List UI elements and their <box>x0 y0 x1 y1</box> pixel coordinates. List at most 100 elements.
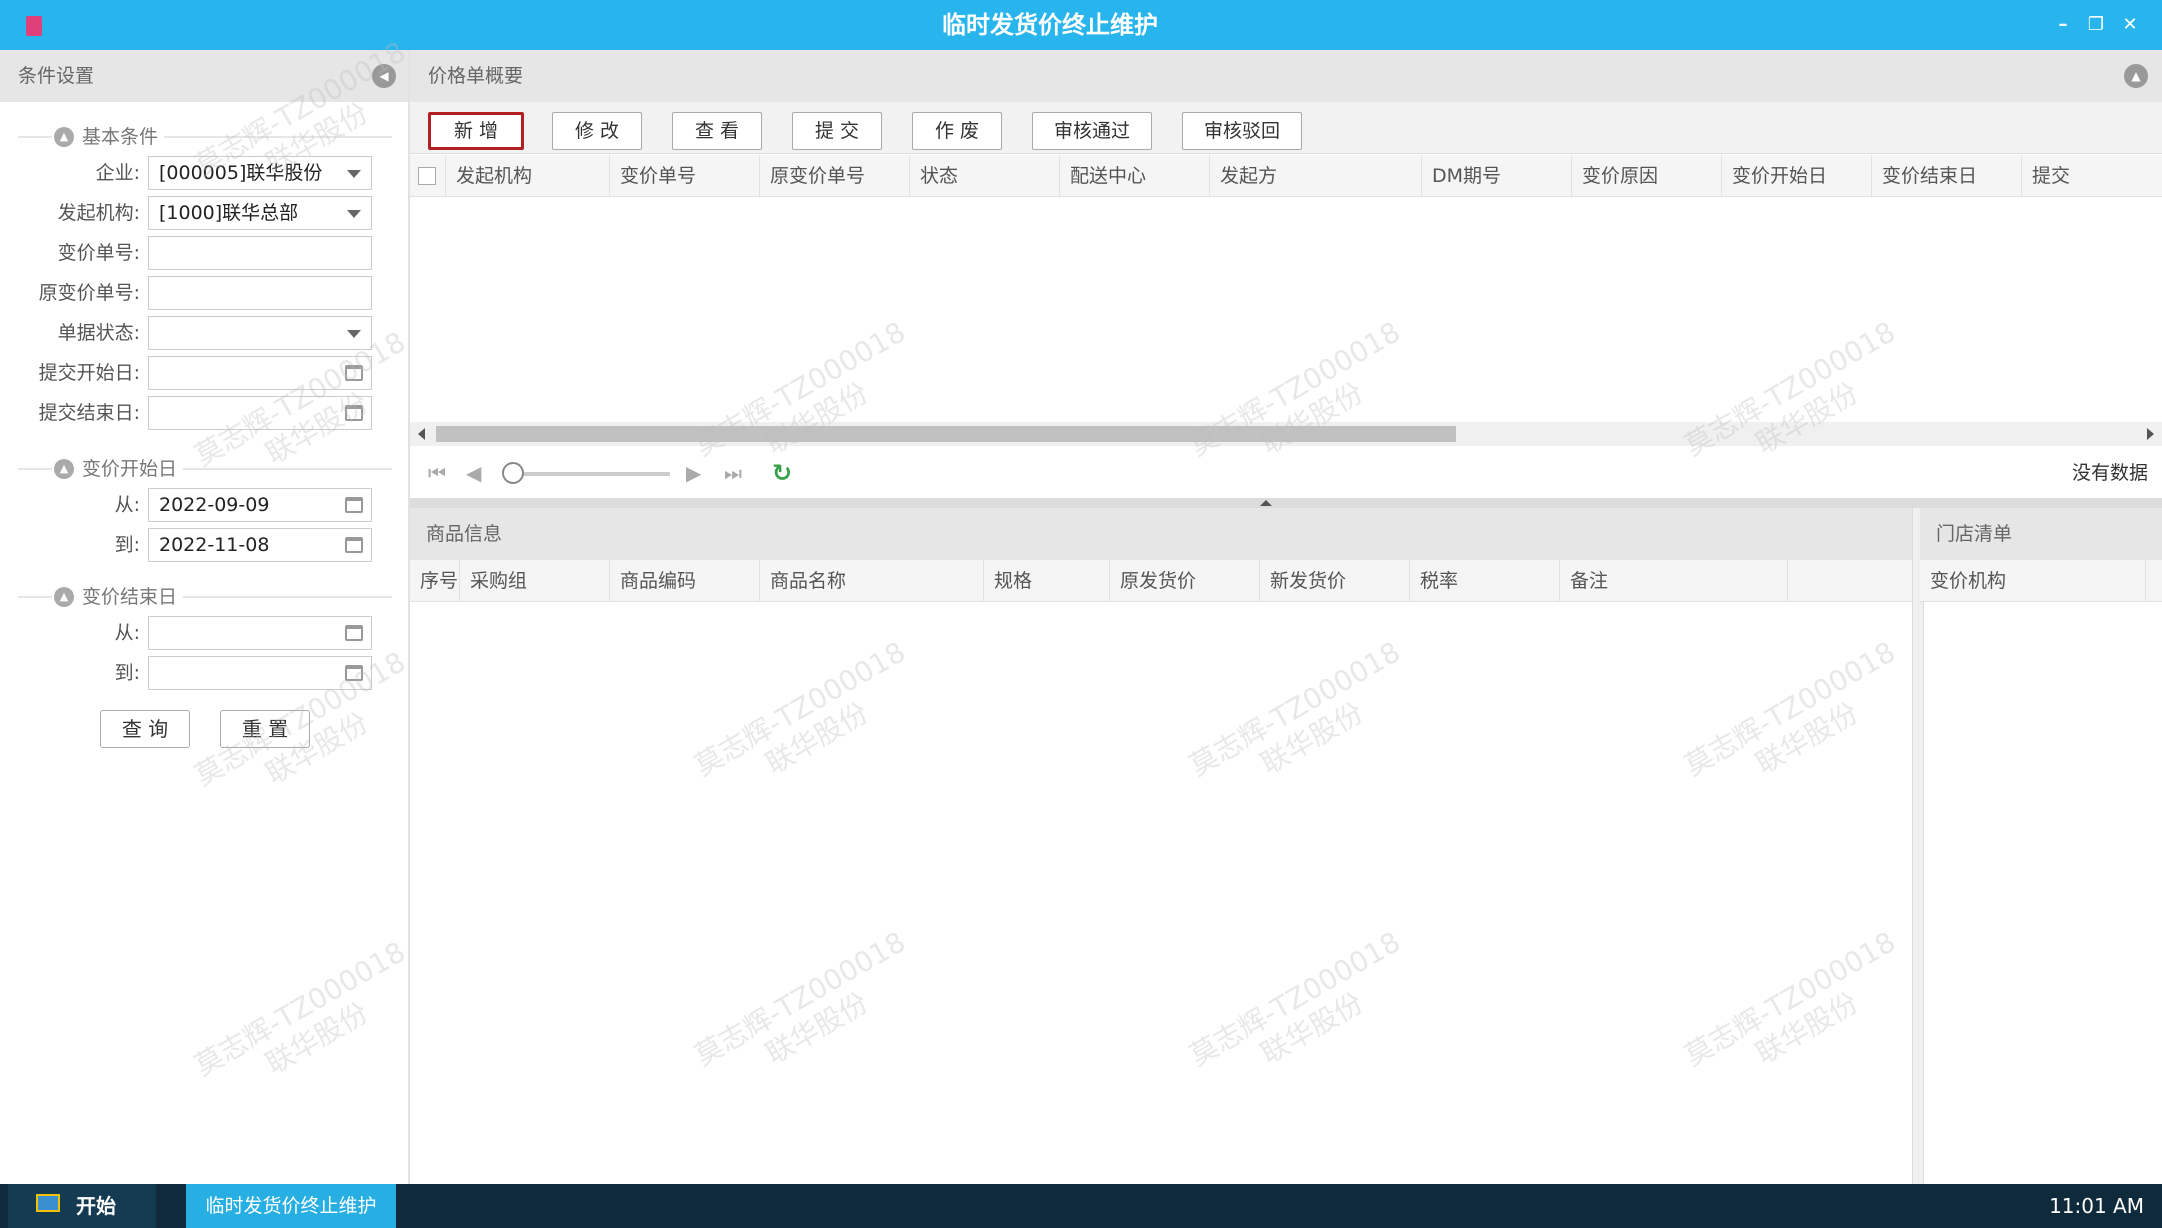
company-select[interactable]: [000005]联华股份 <box>148 156 372 190</box>
status-select[interactable] <box>148 316 372 350</box>
store-list-header: 门店清单 <box>1920 508 2162 560</box>
col-remark[interactable]: 备注 <box>1560 560 1788 602</box>
condition-panel: 条件设置 ◀ ▲ 基本条件 企业: [000005]联华股份 发起机构: [10… <box>0 35 411 1184</box>
first-page-icon[interactable]: ⏮ <box>428 462 446 484</box>
next-page-icon[interactable]: ▶ <box>686 462 701 484</box>
group-end-toggle[interactable]: ▲ 变价结束日 <box>52 584 184 610</box>
calendar-icon[interactable] <box>345 405 363 421</box>
void-button[interactable]: 作 废 <box>912 112 1002 150</box>
col-doc-no[interactable]: 变价单号 <box>610 155 760 197</box>
orig-doc-no-row: 原变价单号: <box>0 276 410 310</box>
col-change-org[interactable]: 变价机构 <box>1920 560 2146 602</box>
price-grid-header: 发起机构 变价单号 原变价单号 状态 配送中心 发起方 DM期号 变价原因 变价… <box>410 155 2162 197</box>
group-start-toggle[interactable]: ▲ 变价开始日 <box>52 456 184 482</box>
no-data-text: 没有数据 <box>2071 462 2148 484</box>
end-from-row: 从: <box>0 616 410 650</box>
chevron-down-icon[interactable] <box>347 170 361 178</box>
orig-doc-no-input[interactable] <box>148 276 372 310</box>
close-button[interactable]: ✕ <box>2119 14 2141 36</box>
col-orig-price[interactable]: 原发货价 <box>1110 560 1260 602</box>
minimize-button[interactable]: – <box>2052 14 2074 36</box>
submit-button[interactable]: 提 交 <box>792 112 882 150</box>
watermark: 莫志辉-TZ000018 联华股份 <box>1183 635 1406 783</box>
col-submit[interactable]: 提交 <box>2022 155 2162 197</box>
start-label: 开始 <box>76 1194 116 1218</box>
edit-button[interactable]: 修 改 <box>552 112 642 150</box>
group-start-label: 变价开始日 <box>82 458 178 480</box>
watermark: 莫志辉-TZ000018 联华股份 <box>1183 925 1406 1073</box>
start-from-value: 2022-09-09 <box>159 494 270 516</box>
org-value: [1000]联华总部 <box>159 202 299 224</box>
reject-button[interactable]: 审核驳回 <box>1182 112 1302 150</box>
calendar-icon[interactable] <box>345 625 363 641</box>
col-org[interactable]: 发起机构 <box>446 155 610 197</box>
refresh-icon[interactable]: ↻ <box>772 460 792 486</box>
watermark: 莫志辉-TZ000018 联华股份 <box>1678 635 1901 783</box>
org-select[interactable]: [1000]联华总部 <box>148 196 372 230</box>
col-reason[interactable]: 变价原因 <box>1572 155 1722 197</box>
price-summary-header: 价格单概要 ▲ <box>410 50 2162 102</box>
splitter-grip-icon[interactable] <box>1260 500 1272 506</box>
collapse-up-icon[interactable]: ▲ <box>2124 64 2148 88</box>
condition-panel-header: 条件设置 ◀ <box>0 50 408 102</box>
start-to-value: 2022-11-08 <box>159 534 270 556</box>
end-to-row: 到: <box>0 656 410 690</box>
start-button[interactable]: 开始 <box>8 1184 156 1228</box>
query-button[interactable]: 查 询 <box>100 710 190 748</box>
view-button[interactable]: 查 看 <box>672 112 762 150</box>
col-new-price[interactable]: 新发货价 <box>1260 560 1410 602</box>
col-orig-doc-no[interactable]: 原变价单号 <box>760 155 910 197</box>
group-end-label: 变价结束日 <box>82 586 178 608</box>
col-dm-period[interactable]: DM期号 <box>1422 155 1572 197</box>
reset-button[interactable]: 重 置 <box>220 710 310 748</box>
page-slider-track[interactable] <box>506 472 670 476</box>
end-from-date-input[interactable] <box>148 616 372 650</box>
col-goods-code[interactable]: 商品编码 <box>610 560 760 602</box>
calendar-icon[interactable] <box>345 365 363 381</box>
start-to-date-input[interactable]: 2022-11-08 <box>148 528 372 562</box>
col-initiator[interactable]: 发起方 <box>1210 155 1422 197</box>
goods-info-header: 商品信息 <box>410 508 1912 560</box>
col-seq[interactable]: 序号 <box>410 560 460 602</box>
condition-panel-title: 条件设置 <box>18 65 95 87</box>
taskbar-window-item[interactable]: 临时发货价终止维护 <box>186 1184 396 1228</box>
prev-page-icon[interactable]: ◀ <box>466 462 481 484</box>
group-basic-toggle[interactable]: ▲ 基本条件 <box>52 124 165 150</box>
submit-start-date-input[interactable] <box>148 356 372 390</box>
store-list-title: 门店清单 <box>1936 523 2013 545</box>
col-tax-rate[interactable]: 税率 <box>1410 560 1560 602</box>
col-end-date[interactable]: 变价结束日 <box>1872 155 2022 197</box>
select-all-checkbox[interactable] <box>418 167 436 185</box>
panel-splitter[interactable] <box>410 498 2162 508</box>
col-spec[interactable]: 规格 <box>984 560 1110 602</box>
restore-button[interactable]: ❐ <box>2085 14 2107 36</box>
scroll-right-icon[interactable] <box>2147 428 2154 440</box>
last-page-icon[interactable]: ⏭ <box>724 462 742 484</box>
company-label: 企业: <box>95 162 140 184</box>
horizontal-scrollbar[interactable] <box>410 422 2162 446</box>
add-button[interactable]: 新 增 <box>428 112 524 150</box>
start-from-date-input[interactable]: 2022-09-09 <box>148 488 372 522</box>
col-status[interactable]: 状态 <box>910 155 1060 197</box>
page-slider-knob[interactable] <box>502 462 524 484</box>
col-start-date[interactable]: 变价开始日 <box>1722 155 1872 197</box>
doc-no-input[interactable] <box>148 236 372 270</box>
scroll-left-icon[interactable] <box>418 428 425 440</box>
goods-stores-divider[interactable] <box>1912 508 1924 1184</box>
chevron-down-icon[interactable] <box>347 330 361 338</box>
col-dc[interactable]: 配送中心 <box>1060 155 1210 197</box>
col-goods-name[interactable]: 商品名称 <box>760 560 984 602</box>
calendar-icon[interactable] <box>345 537 363 553</box>
chevron-down-icon[interactable] <box>347 210 361 218</box>
approve-button[interactable]: 审核通过 <box>1032 112 1152 150</box>
goods-grid-header: 序号 采购组 商品编码 商品名称 规格 原发货价 新发货价 税率 备注 <box>410 560 1912 602</box>
col-purchase-group[interactable]: 采购组 <box>460 560 610 602</box>
calendar-icon[interactable] <box>345 665 363 681</box>
submit-end-date-input[interactable] <box>148 396 372 430</box>
scrollbar-thumb[interactable] <box>436 426 1456 442</box>
group-price-start: ▲ 变价开始日 <box>18 456 392 482</box>
calendar-icon[interactable] <box>345 497 363 513</box>
company-value: [000005]联华股份 <box>159 162 323 184</box>
collapse-left-icon[interactable]: ◀ <box>372 64 396 88</box>
end-to-date-input[interactable] <box>148 656 372 690</box>
